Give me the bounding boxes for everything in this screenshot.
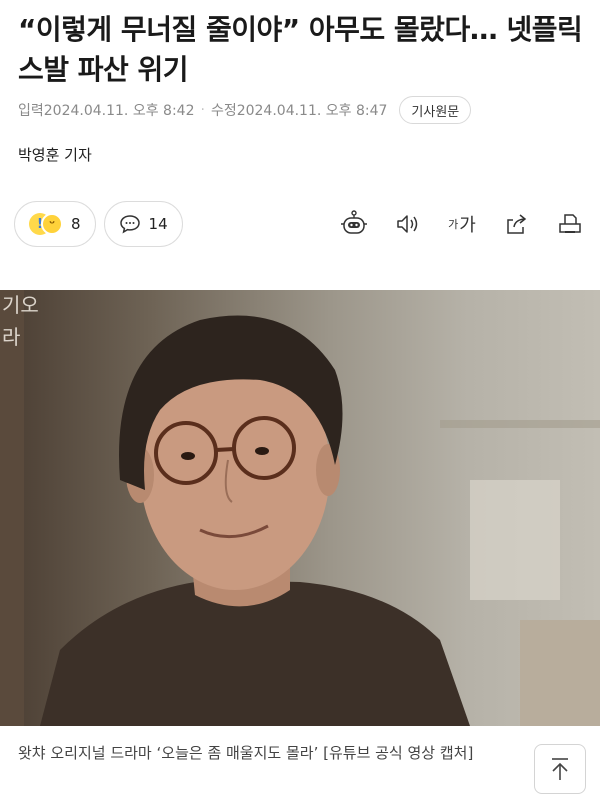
edit-label: 수정	[210, 103, 237, 119]
font-size-large-label: 가	[459, 215, 476, 236]
print-icon	[559, 214, 581, 233]
font-size-small-label: 가	[448, 218, 459, 231]
actor-photo-illustration: 기오 라	[0, 290, 600, 726]
input-date: 2024.04.11. 오후 8:42	[43, 103, 195, 119]
article-tools: 가 가	[320, 204, 590, 244]
comment-button[interactable]: 14	[103, 201, 183, 247]
reaction-count: 8	[71, 215, 81, 233]
arrow-up-icon	[552, 758, 568, 780]
input-label: 입력	[18, 103, 44, 119]
text-to-speech-button[interactable]	[388, 204, 428, 244]
share-button[interactable]	[496, 204, 536, 244]
article-photo: 기오 라	[0, 290, 600, 726]
share-icon	[507, 214, 527, 234]
speaker-icon	[397, 215, 418, 233]
happy-emoji-icon: ᵕ	[41, 213, 63, 235]
comment-count: 14	[148, 215, 168, 233]
scroll-top-button[interactable]	[534, 744, 586, 794]
print-button[interactable]	[550, 204, 590, 244]
reaction-button[interactable]: ! ᵕ 8	[14, 201, 96, 247]
robot-icon	[341, 210, 367, 234]
original-article-button[interactable]: 기사원문	[399, 96, 472, 124]
reaction-emoji-icon: ! ᵕ	[29, 212, 63, 236]
article-actions: ! ᵕ 8 14 가 가	[14, 200, 590, 248]
font-size-button[interactable]: 가 가	[442, 204, 482, 244]
photo-overlay-text: 기오	[2, 293, 39, 317]
summary-bot-button[interactable]	[334, 204, 374, 244]
reporter-name[interactable]: 박영훈 기자	[18, 144, 92, 165]
article-meta: 입력 2024.04.11. 오후 8:42 · 수정 2024.04.11. …	[18, 96, 472, 124]
article-headline: “이렇게 무너질 줄이야” 아무도 몰랐다… 넷플릭스발 파산 위기	[18, 13, 583, 86]
meta-separator: ·	[200, 102, 205, 118]
photo-caption: 왓챠 오리지널 드라마 ‘오늘은 좀 매울지도 몰라’ [유튜브 공식 영상 캡…	[18, 744, 474, 762]
comment-bubble-icon	[119, 215, 140, 234]
edit-date: 2024.04.11. 오후 8:47	[236, 103, 388, 119]
svg-text:라: 라	[2, 325, 20, 349]
